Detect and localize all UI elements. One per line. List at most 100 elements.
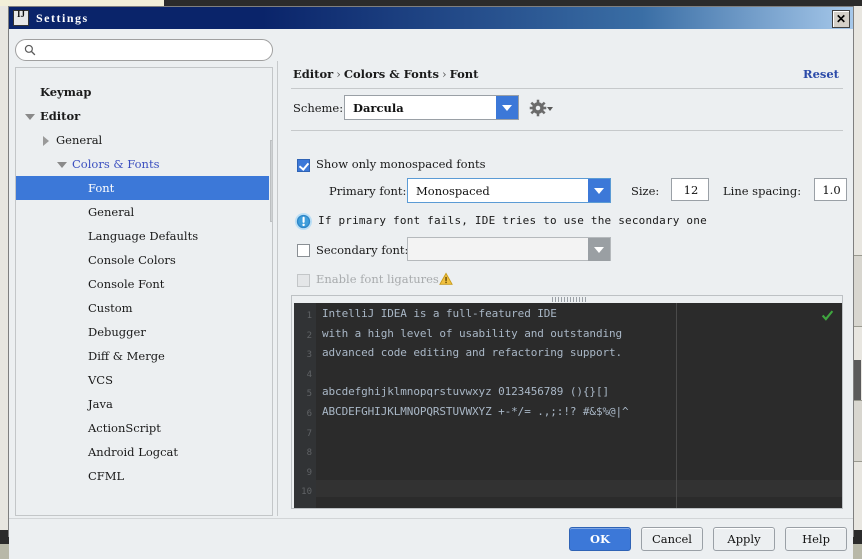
help-button[interactable]: Help [785,527,847,551]
chevron-down-icon[interactable] [496,96,518,119]
show-monospaced-label[interactable]: Show only monospaced fonts [316,157,486,171]
sidebar-item-label: Debugger [88,325,146,339]
secondary-font-combobox[interactable] [407,237,611,261]
sidebar-item-cfml[interactable]: CFML [16,464,272,488]
editor-line-number: 3 [306,350,312,361]
dialog-content: Keymap Editor General Colors & Fonts Font Gen… [9,29,853,559]
breadcrumb-part[interactable]: Font [450,67,479,81]
editor-line: ABCDEFGHIJKLMNOPQRSTUVWXYZ +-*/= .,;:!? … [322,405,629,418]
breadcrumb-separator: › [441,67,447,81]
tree-scrollbar-track[interactable] [269,69,272,515]
chevron-down-icon[interactable] [56,159,67,170]
gear-dropdown-caret-icon[interactable] [547,107,553,111]
dialog-titlebar[interactable]: Settings ✕ [9,7,853,29]
editor-gutter: 1 2 3 4 5 6 7 8 9 10 [294,303,316,508]
sidebar-item-language-defaults[interactable]: Language Defaults [16,224,272,248]
scheme-label: Scheme: [293,101,344,115]
cancel-button[interactable]: Cancel [641,527,703,551]
close-icon[interactable]: ✕ [832,10,850,28]
chevron-down-icon[interactable] [588,179,610,202]
editor-right-margin-line [676,303,677,508]
font-ligatures-label: Enable font ligatures [316,272,439,286]
editor-line-number: 9 [306,467,312,478]
sidebar-item-general[interactable]: General [16,128,272,152]
preview-editor[interactable]: 1 2 3 4 5 6 7 8 9 10 IntelliJ IDEA is a full-feat… [294,303,842,508]
pane-divider[interactable] [277,61,278,516]
line-spacing-field[interactable]: 1.0 [814,178,847,201]
tree-scrollbar-thumb[interactable] [270,140,272,222]
info-icon [294,212,313,231]
sidebar-item-label: CFML [88,469,125,483]
warning-icon [439,272,453,285]
sidebar-item-label: General [88,205,135,219]
sidebar-item-label: Java [88,397,113,411]
sidebar-item-console-font[interactable]: Console Font [16,272,272,296]
scheme-divider [291,130,843,131]
gear-icon[interactable] [529,99,547,117]
editor-line-number: 2 [306,330,312,341]
backdrop-right-panel-b [853,400,862,462]
primary-font-combobox[interactable]: Monospaced [407,178,611,203]
sidebar-item-vcs[interactable]: VCS [16,368,272,392]
sidebar-item-console-colors[interactable]: Console Colors [16,248,272,272]
breadcrumb-part[interactable]: Colors & Fonts [344,67,439,81]
sidebar-item-label: Console Font [88,277,165,291]
sidebar-item-actionscript[interactable]: ActionScript [16,416,272,440]
breadcrumb-separator: › [336,67,341,81]
line-spacing-label: Line spacing: [723,184,802,198]
editor-line-number: 4 [306,369,312,380]
font-size-value: 12 [683,183,699,197]
chevron-down-icon[interactable] [24,111,35,122]
sidebar-item-keymap[interactable]: Keymap [16,80,272,104]
search-input[interactable] [40,42,269,61]
sidebar-item-label: VCS [88,373,113,387]
secondary-font-label[interactable]: Secondary font: [316,243,408,257]
ok-button[interactable]: OK [569,527,631,551]
sidebar-item-label: ActionScript [88,421,161,435]
sidebar-item-java[interactable]: Java [16,392,272,416]
green-check-icon[interactable] [821,309,834,322]
preview-resize-grip[interactable] [552,297,586,302]
show-monospaced-checkbox[interactable] [297,159,310,172]
backdrop-right-panel-a [853,255,862,327]
sidebar-item-partial[interactable] [16,68,272,80]
primary-font-label: Primary font: [329,184,407,198]
sidebar-item-colors-fonts[interactable]: Colors & Fonts [16,152,272,176]
sidebar-item-label: Diff & Merge [88,349,165,363]
settings-tree[interactable]: Keymap Editor General Colors & Fonts Font Gen… [15,67,273,516]
sidebar-item-label: Android Logcat [88,445,179,459]
sidebar-item-debugger[interactable]: Debugger [16,320,272,344]
sidebar-item-android-logcat[interactable]: Android Logcat [16,440,272,464]
sidebar-item-custom[interactable]: Custom [16,296,272,320]
sidebar-item-label: Console Colors [88,253,176,267]
font-size-field[interactable]: 12 [671,178,709,201]
backdrop-right-scrollbar[interactable] [854,360,861,400]
search-icon [24,44,36,56]
editor-line: with a high level of usability and outst… [322,326,623,340]
sidebar-item-diff-merge[interactable]: Diff & Merge [16,344,272,368]
apply-button[interactable]: Apply [713,527,775,551]
sidebar-item-general[interactable]: General [16,200,272,224]
reset-link[interactable]: Reset [803,67,839,81]
header-divider [291,88,843,89]
scheme-combobox[interactable]: Darcula [344,95,519,120]
editor-line-number: 1 [306,311,312,321]
sidebar-item-label: Custom [88,301,133,315]
dialog-title: Settings [36,10,89,25]
breadcrumb: Editor › Colors & Fonts › Font [293,67,478,81]
chevron-down-icon[interactable] [588,238,610,261]
sidebar-item-font[interactable]: Font [16,176,272,200]
search-box[interactable] [15,39,273,61]
editor-caret-line [316,480,842,497]
font-ligatures-checkbox [297,274,310,287]
breadcrumb-part[interactable]: Editor [293,67,333,81]
sidebar-item-editor[interactable]: Editor [16,104,272,128]
secondary-font-checkbox[interactable] [297,244,310,257]
editor-line-number: 5 [306,389,312,400]
chevron-right-icon[interactable] [40,135,51,146]
